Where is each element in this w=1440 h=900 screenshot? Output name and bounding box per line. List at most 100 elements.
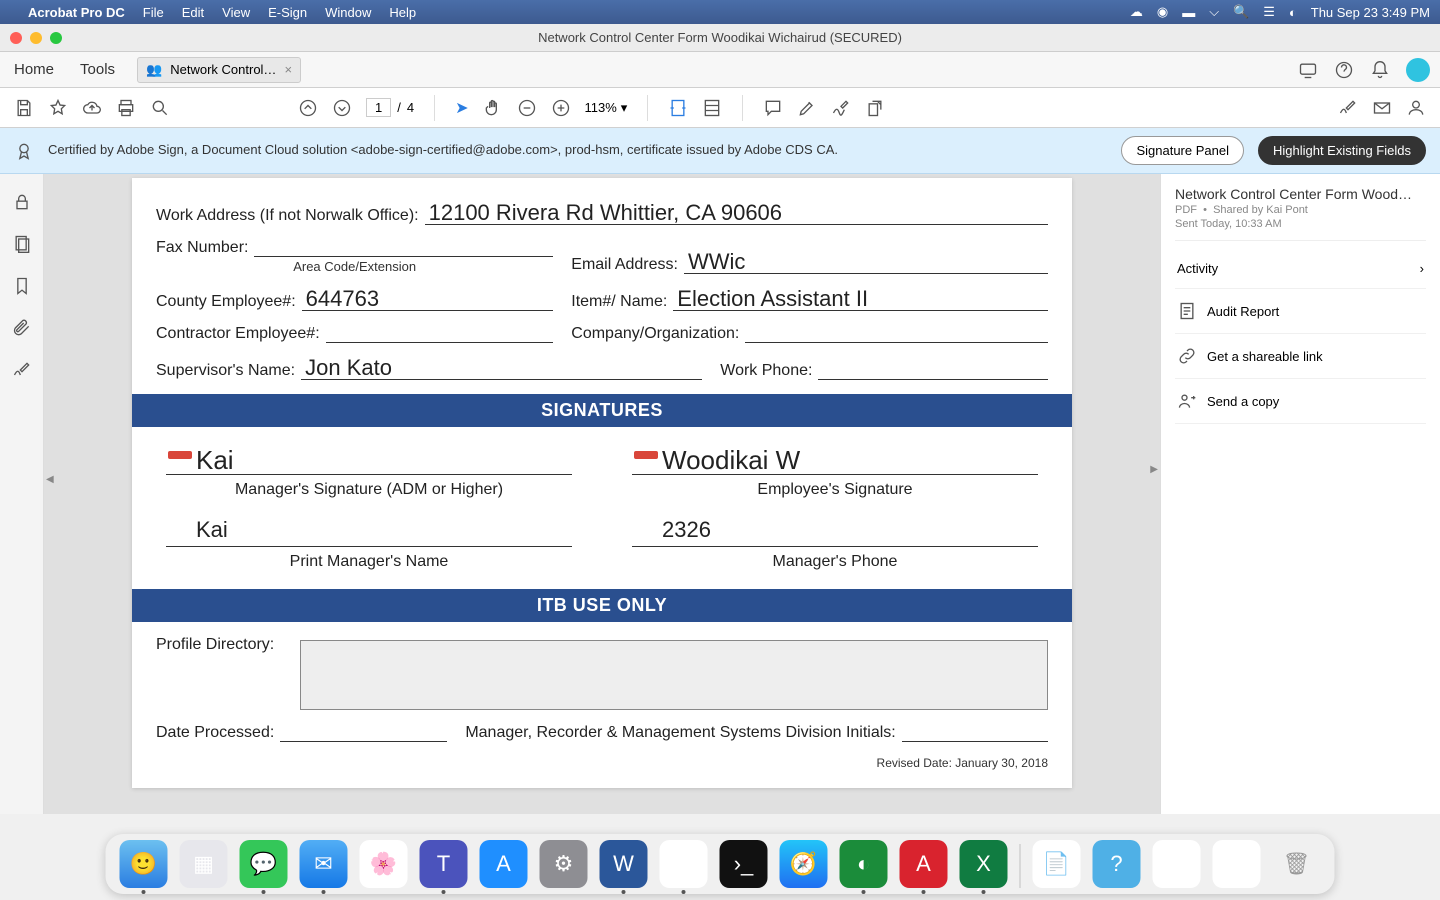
highlight-tool-icon[interactable]: [797, 98, 817, 118]
menu-window[interactable]: Window: [325, 5, 371, 20]
dock-folder-2[interactable]: 🗂: [1213, 840, 1261, 888]
status-battery-icon[interactable]: ▬: [1182, 5, 1195, 20]
dock-teams[interactable]: T: [420, 840, 468, 888]
fit-width-icon[interactable]: [668, 98, 688, 118]
expand-left-icon[interactable]: ◀: [46, 474, 54, 485]
dock-settings[interactable]: ⚙︎: [540, 840, 588, 888]
status-control-icon[interactable]: ☰: [1263, 4, 1275, 20]
window-minimize-button[interactable]: [30, 32, 42, 44]
menu-esign[interactable]: E-Sign: [268, 5, 307, 20]
app-name[interactable]: Acrobat Pro DC: [28, 5, 125, 20]
document-viewport[interactable]: Work Address (If not Norwalk Office): 12…: [44, 174, 1160, 814]
window-close-button[interactable]: [10, 32, 22, 44]
zoom-out-icon[interactable]: [517, 98, 537, 118]
county-emp-value[interactable]: 644763: [302, 288, 554, 311]
status-wifi-icon[interactable]: ⌵: [1209, 4, 1219, 20]
search-icon[interactable]: [150, 98, 170, 118]
status-record-icon[interactable]: ◉: [1157, 4, 1168, 20]
rotate-icon[interactable]: [865, 98, 885, 118]
document-tab-label: Network Control…: [170, 62, 276, 77]
menu-edit[interactable]: Edit: [182, 5, 204, 20]
page-display-icon[interactable]: [702, 98, 722, 118]
highlight-fields-button[interactable]: Highlight Existing Fields: [1258, 136, 1426, 165]
bell-icon[interactable]: [1370, 60, 1390, 80]
page-up-icon[interactable]: [298, 98, 318, 118]
sign-panel-icon[interactable]: [12, 360, 32, 380]
sidebar-activity[interactable]: Activity ›: [1175, 249, 1426, 289]
menu-help[interactable]: Help: [389, 5, 416, 20]
dock-terminal[interactable]: ›_: [720, 840, 768, 888]
window-zoom-button[interactable]: [50, 32, 62, 44]
star-icon[interactable]: [48, 98, 68, 118]
dock-acrobat[interactable]: A: [900, 840, 948, 888]
close-tab-icon[interactable]: ×: [284, 62, 292, 77]
dock-word[interactable]: W: [600, 840, 648, 888]
save-icon[interactable]: [14, 98, 34, 118]
comment-icon[interactable]: [763, 98, 783, 118]
tab-tools[interactable]: Tools: [76, 55, 119, 84]
lock-icon[interactable]: [12, 192, 32, 212]
manager-phone[interactable]: 2326: [632, 517, 1038, 547]
fill-sign-icon[interactable]: [1338, 98, 1358, 118]
menu-view[interactable]: View: [222, 5, 250, 20]
zoom-in-icon[interactable]: [551, 98, 571, 118]
signature-panel-button[interactable]: Signature Panel: [1121, 136, 1244, 165]
sign-tool-icon[interactable]: [831, 98, 851, 118]
tab-home[interactable]: Home: [10, 55, 58, 84]
profile-directory-field[interactable]: [300, 640, 1048, 710]
dock-launchpad[interactable]: ▦: [180, 840, 228, 888]
print-manager-name[interactable]: Kai: [166, 517, 572, 547]
fax-value[interactable]: [254, 256, 553, 257]
menu-file[interactable]: File: [143, 5, 164, 20]
dock-safari[interactable]: 🧭: [780, 840, 828, 888]
menubar-clock[interactable]: Thu Sep 23 3:49 PM: [1311, 5, 1430, 20]
select-tool-icon[interactable]: ➤: [455, 98, 468, 118]
itb-header: ITB USE ONLY: [132, 589, 1072, 622]
mgr-initials-value[interactable]: [902, 741, 1048, 742]
print-icon[interactable]: [116, 98, 136, 118]
document-tab[interactable]: 👥 Network Control… ×: [137, 57, 301, 83]
hand-tool-icon[interactable]: [483, 98, 503, 118]
bookmark-icon[interactable]: [12, 276, 32, 296]
zoom-dropdown-icon[interactable]: ▾: [621, 100, 628, 116]
attachment-icon[interactable]: [12, 318, 32, 338]
status-siri-icon[interactable]: ◐: [1289, 5, 1297, 20]
dock-webex[interactable]: ◐: [840, 840, 888, 888]
workphone-value[interactable]: [818, 379, 1048, 380]
profile-avatar[interactable]: [1406, 58, 1430, 82]
sidebar-share-link[interactable]: Get a shareable link: [1175, 334, 1426, 379]
dock-folder-1[interactable]: 🗂: [1153, 840, 1201, 888]
email-value[interactable]: WWic: [684, 251, 1048, 274]
expand-right-icon[interactable]: ▶: [1150, 464, 1158, 475]
dock-finder[interactable]: 🙂: [120, 840, 168, 888]
contractor-value[interactable]: [326, 342, 554, 343]
dock-help[interactable]: ?: [1093, 840, 1141, 888]
share-screen-icon[interactable]: [1298, 60, 1318, 80]
dock-photos[interactable]: 🌸: [360, 840, 408, 888]
profile-tool-icon[interactable]: [1406, 98, 1426, 118]
pages-panel-icon[interactable]: [12, 234, 32, 254]
page-current[interactable]: 1: [366, 98, 391, 117]
work-address-value[interactable]: 12100 Rivera Rd Whittier, CA 90606: [425, 202, 1048, 225]
cloud-upload-icon[interactable]: [82, 98, 102, 118]
dock-trash[interactable]: 🗑: [1273, 840, 1321, 888]
dock-excel[interactable]: X: [960, 840, 1008, 888]
page-down-icon[interactable]: [332, 98, 352, 118]
dock-chrome[interactable]: ◯: [660, 840, 708, 888]
dock-appstore[interactable]: A: [480, 840, 528, 888]
sidebar-send-copy[interactable]: Send a copy: [1175, 379, 1426, 424]
sidebar-audit-report[interactable]: Audit Report: [1175, 289, 1426, 334]
dock-messages[interactable]: 💬: [240, 840, 288, 888]
email-icon[interactable]: [1372, 98, 1392, 118]
supervisor-value[interactable]: Jon Kato: [301, 357, 702, 380]
help-icon[interactable]: [1334, 60, 1354, 80]
dock-textedit[interactable]: 📄: [1033, 840, 1081, 888]
item-name-value[interactable]: Election Assistant II: [673, 288, 1048, 311]
sidebar-sent-time: Sent Today, 10:33 AM: [1175, 218, 1426, 230]
date-processed-value[interactable]: [280, 741, 447, 742]
company-value[interactable]: [745, 342, 1048, 343]
zoom-level[interactable]: 113%: [585, 100, 617, 115]
dock-mail[interactable]: ✉︎: [300, 840, 348, 888]
status-cloud-icon[interactable]: ☁︎: [1130, 4, 1143, 20]
status-search-icon[interactable]: 🔍: [1233, 4, 1249, 20]
